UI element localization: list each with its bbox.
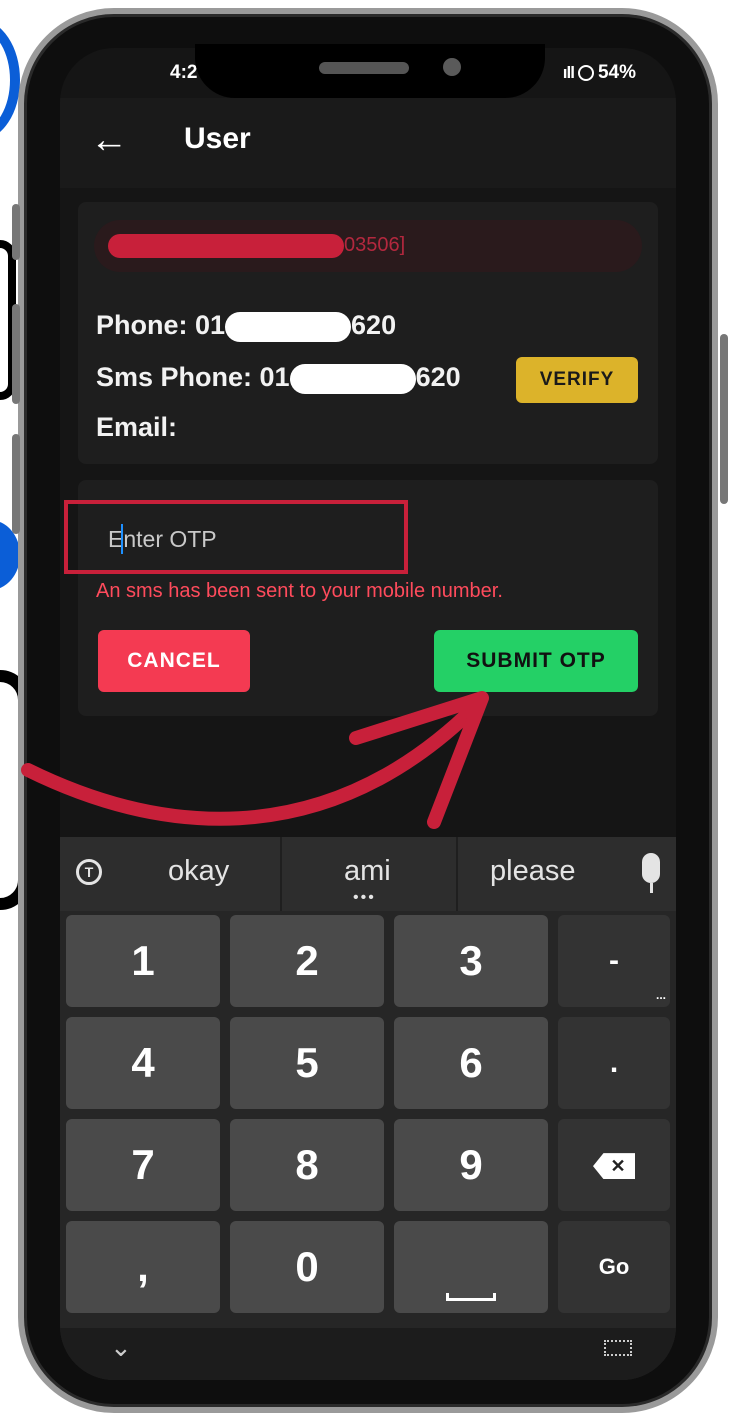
key-7[interactable]: 7: [66, 1119, 220, 1211]
key-2[interactable]: 2: [230, 915, 384, 1007]
backspace-icon: ✕: [593, 1153, 635, 1180]
divider: [456, 837, 458, 911]
key-comma[interactable]: ,: [66, 1221, 220, 1313]
status-right: ıll 54%: [563, 62, 636, 84]
app-bar: ← User: [60, 98, 676, 188]
space-icon: [446, 1293, 496, 1301]
phone-side-button: [12, 304, 20, 404]
notch: [195, 44, 545, 98]
key-4[interactable]: 4: [66, 1017, 220, 1109]
user-id-suffix: 03506]: [344, 234, 406, 256]
text-caret: [121, 524, 123, 554]
signal-icon: ıll: [562, 63, 575, 82]
phone-side-button: [12, 204, 20, 260]
key-3[interactable]: 3: [394, 915, 548, 1007]
key-8[interactable]: 8: [230, 1119, 384, 1211]
backspace-key[interactable]: ✕: [558, 1119, 670, 1211]
stage: 4:2 ıll 54% ← User 03506] Phone: 01 620 S…: [0, 0, 733, 1417]
arrow-left-icon[interactable]: ←: [90, 120, 128, 160]
microphone-icon[interactable]: [642, 853, 660, 883]
sms-phone-suffix: 620: [415, 362, 461, 392]
phone-power-button: [720, 334, 728, 504]
phone-row: Phone: 01 620: [96, 310, 396, 342]
battery-icon: [577, 65, 594, 81]
redacted-phone: [225, 311, 352, 342]
key-0[interactable]: 0: [230, 1221, 384, 1313]
sms-phone-row: Sms Phone: 01 620: [96, 362, 461, 394]
otp-dialog: An sms has been sent to your mobile numb…: [64, 480, 658, 716]
otp-input[interactable]: [108, 522, 388, 556]
key-6[interactable]: 6: [394, 1017, 548, 1109]
more-dots: •••: [353, 889, 376, 906]
cancel-button[interactable]: CANCEL: [98, 630, 250, 692]
redacted-sms-phone: [289, 363, 416, 394]
suggestion-ami[interactable]: ami: [344, 855, 391, 888]
phone-side-button: [12, 434, 20, 534]
submit-otp-button[interactable]: SUBMIT OTP: [434, 630, 638, 692]
key-minus-label: -: [609, 944, 619, 977]
sms-sent-note: An sms has been sent to your mobile numb…: [96, 580, 503, 602]
suggestion-okay[interactable]: okay: [168, 855, 229, 888]
status-time: 4:2: [170, 62, 198, 83]
user-id-pill: 03506]: [94, 220, 642, 272]
email-label: Email:: [96, 412, 178, 442]
key-9[interactable]: 9: [394, 1119, 548, 1211]
microphone-stem: [650, 883, 653, 893]
phone-screen: 4:2 ıll 54% ← User 03506] Phone: 01 620 S…: [60, 48, 676, 1380]
battery-level: 54%: [597, 62, 636, 83]
verify-button[interactable]: VERIFY: [516, 357, 638, 403]
chevron-down-icon[interactable]: ⌄: [110, 1332, 132, 1363]
key-1[interactable]: 1: [66, 915, 220, 1007]
redacted-id: [108, 234, 344, 258]
space-key[interactable]: [394, 1221, 548, 1313]
page-title: User: [184, 122, 251, 155]
camera: [443, 58, 461, 76]
key-minus[interactable]: - ...: [558, 915, 670, 1007]
phone-suffix: 620: [351, 310, 397, 340]
suggestion-bar: T okay ami ••• please: [60, 837, 676, 911]
text-tools-icon[interactable]: T: [76, 859, 102, 885]
keyboard-switch-icon[interactable]: [604, 1340, 632, 1356]
keyboard: T okay ami ••• please 1 2 3 - ... 4 5 6 …: [60, 837, 676, 1380]
user-card: 03506] Phone: 01 620 Sms Phone: 01 620 VER…: [78, 202, 658, 464]
go-key[interactable]: Go: [558, 1221, 670, 1313]
phone-label: Phone: 01: [96, 310, 226, 340]
key-5[interactable]: 5: [230, 1017, 384, 1109]
navigation-bar: ⌄: [60, 1328, 676, 1380]
sms-phone-label: Sms Phone: 01: [96, 362, 290, 392]
background-shape: [0, 20, 20, 140]
divider: [280, 837, 282, 911]
key-period[interactable]: .: [558, 1017, 670, 1109]
speaker: [319, 62, 409, 74]
suggestion-please[interactable]: please: [490, 855, 575, 888]
